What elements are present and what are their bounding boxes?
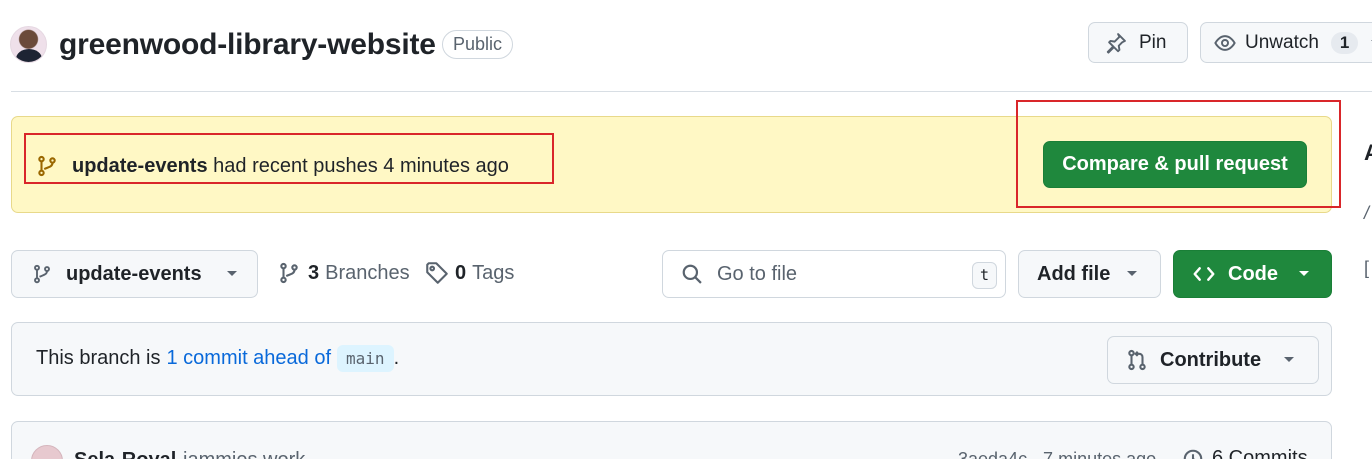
pin-icon bbox=[1105, 32, 1139, 54]
go-to-file-input[interactable]: Go to file t bbox=[662, 250, 1006, 298]
branch-selector[interactable]: update-events bbox=[11, 250, 258, 298]
pin-label: Pin bbox=[1139, 31, 1167, 53]
branches-link[interactable]: 3 Branches bbox=[278, 261, 410, 285]
code-label: Code bbox=[1228, 262, 1278, 285]
chevron-down-icon bbox=[1126, 270, 1138, 278]
commit-author[interactable]: Sela-Royal bbox=[74, 449, 176, 459]
commit-message[interactable]: jammies work bbox=[183, 449, 305, 459]
commit-meta: 3aeda4c · 7 minutes ago bbox=[958, 449, 1157, 459]
tags-link[interactable]: 0 Tags bbox=[425, 261, 514, 285]
go-to-file-placeholder: Go to file bbox=[717, 262, 798, 285]
unwatch-button[interactable]: Unwatch 1 bbox=[1200, 22, 1372, 63]
header-divider bbox=[11, 91, 1372, 92]
repo-name[interactable]: greenwood-library-website bbox=[59, 26, 436, 64]
pin-button[interactable]: Pin bbox=[1088, 22, 1188, 63]
branch-comparison-text: This branch is 1 commit ahead of main . bbox=[36, 345, 399, 372]
highlight-box-compare-button bbox=[1016, 100, 1341, 208]
comparison-suffix: . bbox=[393, 347, 400, 369]
current-branch-label: update-events bbox=[66, 262, 202, 285]
history-icon bbox=[1183, 449, 1203, 459]
sidebar-fragment: [ bbox=[1364, 258, 1370, 278]
visibility-badge: Public bbox=[442, 30, 514, 59]
watch-count: 1 bbox=[1330, 31, 1359, 54]
search-icon bbox=[681, 263, 703, 285]
commits-ahead-link[interactable]: 1 commit ahead of bbox=[167, 347, 332, 370]
owner-avatar[interactable] bbox=[10, 26, 47, 63]
add-file-button[interactable]: Add file bbox=[1018, 250, 1161, 298]
code-brackets-icon bbox=[1193, 267, 1215, 281]
contribute-button[interactable]: Contribute bbox=[1107, 336, 1319, 384]
branches-count: 3 bbox=[308, 261, 320, 284]
commits-count-label: 6 Commits bbox=[1212, 447, 1308, 459]
chevron-down-icon bbox=[1298, 270, 1310, 278]
tag-icon bbox=[426, 262, 448, 284]
sidebar-fragment: A bbox=[1364, 140, 1372, 165]
git-pull-request-icon bbox=[1128, 349, 1146, 371]
comparison-prefix: This branch is bbox=[36, 347, 161, 369]
git-branch-icon bbox=[34, 264, 50, 284]
git-branch-icon bbox=[280, 262, 298, 284]
chevron-down-icon bbox=[226, 270, 238, 278]
unwatch-label: Unwatch bbox=[1245, 31, 1319, 53]
keyboard-shortcut-hint: t bbox=[972, 262, 997, 289]
highlight-box-branch-message bbox=[24, 133, 554, 184]
eye-icon bbox=[1213, 32, 1245, 54]
contribute-label: Contribute bbox=[1160, 348, 1262, 371]
chevron-down-icon bbox=[1283, 356, 1295, 364]
tags-count: 0 bbox=[455, 261, 467, 284]
sidebar-fragment: / bbox=[1364, 203, 1370, 223]
base-branch-chip: main bbox=[337, 345, 394, 372]
branches-label: Branches bbox=[325, 261, 410, 284]
add-file-label: Add file bbox=[1037, 262, 1111, 285]
tags-label: Tags bbox=[472, 261, 515, 284]
code-button[interactable]: Code bbox=[1173, 250, 1332, 298]
commits-history-link[interactable]: 6 Commits bbox=[1182, 447, 1308, 459]
